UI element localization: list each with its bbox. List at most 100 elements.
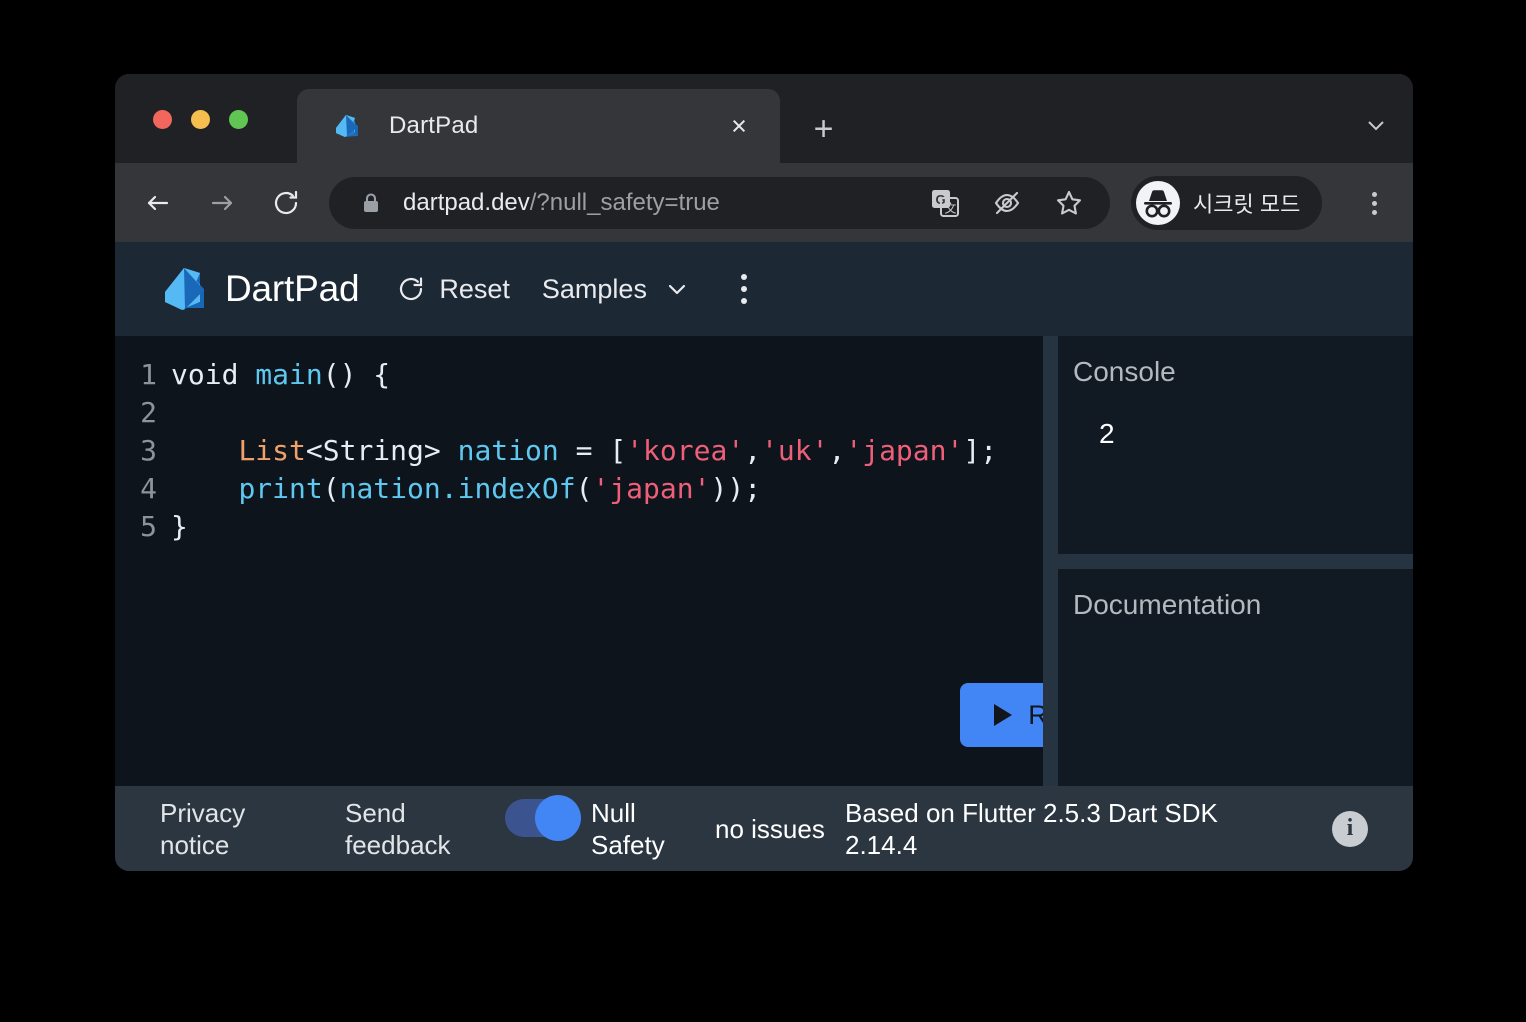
more-vert-icon[interactable] <box>728 269 760 309</box>
code-token: 'japan' <box>592 472 711 505</box>
code-token: main <box>255 358 323 391</box>
dart-logo-icon <box>333 112 361 140</box>
documentation-title: Documentation <box>1073 589 1262 620</box>
minimize-window-button[interactable] <box>191 110 210 129</box>
profile-label: 시크릿 모드 <box>1193 192 1301 217</box>
toggle-thumb <box>535 794 581 841</box>
code-token: } <box>171 510 188 543</box>
code-token: 'japan' <box>845 434 964 467</box>
line-number: 5 <box>140 510 157 543</box>
chevron-down-icon <box>664 276 690 302</box>
privacy-notice-link[interactable]: Privacy notice <box>160 797 320 861</box>
code-line: 3 List<String> nation = ['korea','uk','j… <box>115 432 997 470</box>
code-token: void <box>171 358 256 391</box>
reset-label: Reset <box>439 273 510 304</box>
eye-off-icon[interactable] <box>992 188 1022 218</box>
svg-text:文: 文 <box>945 201 957 216</box>
close-icon[interactable]: × <box>724 111 754 141</box>
code-editor[interactable]: 1 void main() {2 3 List<String> nation = … <box>115 336 1043 786</box>
code-token: List <box>238 434 306 467</box>
null-safety-toggle[interactable] <box>505 794 581 841</box>
new-tab-button[interactable]: + <box>807 112 840 146</box>
info-icon[interactable]: i <box>1332 810 1368 847</box>
address-bar[interactable]: dartpad.dev/?null_safety=true G 文 <box>329 177 1110 229</box>
samples-dropdown[interactable]: Samples <box>542 274 690 305</box>
send-feedback-link[interactable]: Send feedback <box>345 797 451 861</box>
back-button[interactable] <box>141 186 175 220</box>
browser-tab-dartpad[interactable]: DartPad × <box>297 89 780 163</box>
code-token: () { <box>322 358 391 391</box>
kebab-dot <box>1371 200 1377 206</box>
code-token: ]; <box>963 434 998 467</box>
line-number: 3 <box>140 434 157 467</box>
horizontal-splitter[interactable] <box>1058 554 1413 569</box>
reset-button[interactable]: Reset <box>396 274 510 305</box>
documentation-panel: Documentation <box>1058 569 1413 786</box>
code-token: print <box>238 472 323 505</box>
issues-status[interactable]: no issues <box>715 813 825 845</box>
status-bar: Privacy notice Send feedback Null Safety… <box>115 786 1413 871</box>
kebab-dot <box>740 298 747 304</box>
code-line: 1 void main() { <box>115 356 997 394</box>
kebab-dot <box>1371 209 1377 215</box>
console-output: 2 <box>1099 418 1115 449</box>
maximize-window-button[interactable] <box>229 110 248 129</box>
vertical-splitter[interactable] <box>1043 336 1058 786</box>
reset-icon <box>396 274 426 304</box>
code-text: } <box>171 508 188 546</box>
code-line: 2 <box>115 394 997 432</box>
run-button[interactable]: Run <box>960 683 1043 747</box>
console-title: Console <box>1073 356 1176 387</box>
address-bar-url: dartpad.dev/?null_safety=true <box>403 189 720 217</box>
browser-toolbar: dartpad.dev/?null_safety=true G 文 시크릿 모드 <box>115 163 1413 242</box>
line-number: 1 <box>140 358 157 391</box>
code-text: print(nation.indexOf('japan')); <box>171 470 761 508</box>
line-number: 4 <box>140 472 157 505</box>
dart-logo-icon <box>160 263 208 315</box>
kebab-dot <box>1371 191 1377 197</box>
console-panel: Console 2 <box>1058 336 1413 554</box>
code-token: = [ <box>558 434 627 467</box>
url-host: dartpad.dev <box>403 189 530 216</box>
star-icon[interactable] <box>1054 188 1084 218</box>
browser-window: DartPad × + dartpad.dev/?null_safety=tru… <box>115 74 1413 871</box>
profile-incognito-chip[interactable]: 시크릿 모드 <box>1131 176 1323 230</box>
omnibox-actions: G 文 <box>930 188 1084 218</box>
code-token: )); <box>710 472 762 505</box>
window-traffic-lights <box>153 110 248 129</box>
null-safety-label: Null Safety <box>591 797 665 860</box>
code-token: nation.indexOf <box>339 472 576 505</box>
samples-label: Samples <box>541 273 647 304</box>
code-line: 5} <box>115 508 997 546</box>
code-text: void main() { <box>171 356 390 394</box>
chrome-menu-icon[interactable] <box>1356 185 1392 221</box>
kebab-dot <box>740 286 747 292</box>
dartpad-header: DartPad Reset Samples <box>115 242 1413 336</box>
code-token: , <box>744 434 762 467</box>
reload-button[interactable] <box>269 186 303 220</box>
code-token: nation <box>457 434 559 467</box>
dartpad-app: DartPad Reset Samples 1 void main() {2 … <box>115 242 1413 871</box>
play-icon <box>994 704 1013 726</box>
tab-title: DartPad <box>389 112 479 139</box>
lock-icon <box>362 192 380 214</box>
incognito-icon <box>1136 181 1180 225</box>
code-token: ( <box>575 472 593 505</box>
kebab-dot <box>740 274 747 280</box>
code-token: ( <box>322 472 340 505</box>
code-token: , <box>828 434 846 467</box>
null-safety-toggle-group[interactable]: Null Safety <box>505 794 705 861</box>
sdk-version-info: Based on Flutter 2.5.3 Dart SDK 2.14.4 <box>845 797 1218 860</box>
code-token: 'korea' <box>626 434 745 467</box>
code-text: List<String> nation = ['korea','uk','jap… <box>171 432 997 470</box>
close-window-button[interactable] <box>153 110 172 129</box>
code-lines: 1 void main() {2 3 List<String> nation = … <box>115 356 997 546</box>
forward-button[interactable] <box>205 186 239 220</box>
code-token: <String> <box>305 434 458 467</box>
code-token: 'uk' <box>761 434 829 467</box>
url-path: /?null_safety=true <box>529 189 720 216</box>
chevron-down-icon[interactable] <box>1361 110 1391 140</box>
translate-icon[interactable]: G 文 <box>930 188 960 218</box>
